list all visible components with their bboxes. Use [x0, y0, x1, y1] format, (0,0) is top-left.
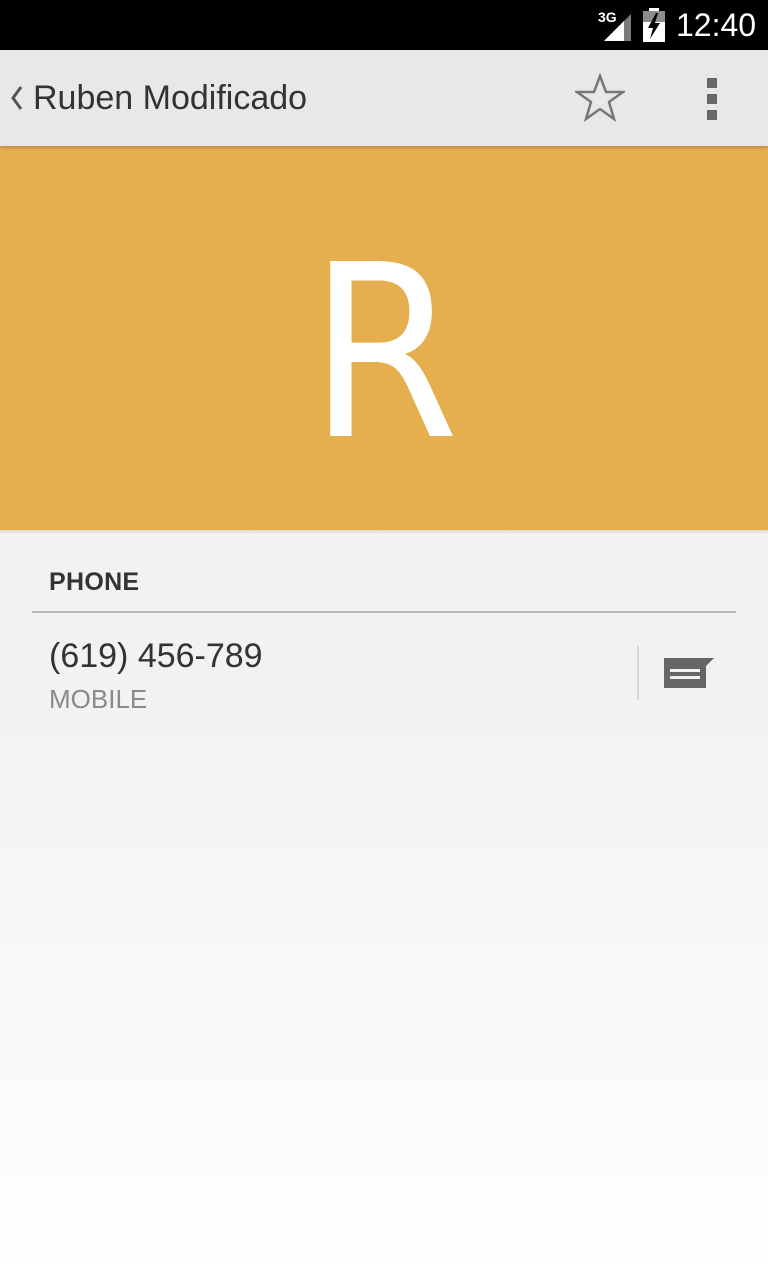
- section-divider: [32, 611, 736, 613]
- contact-name-title: Ruben Modificado: [33, 79, 308, 117]
- phone-number: (619) 456-789: [49, 637, 263, 675]
- action-bar: Ruben Modificado: [0, 50, 768, 146]
- vertical-divider: [637, 646, 639, 700]
- contact-photo-header: R: [0, 146, 768, 530]
- phone-entry[interactable]: (619) 456-789 MOBILE: [32, 614, 634, 724]
- status-clock: 12:40: [676, 7, 757, 43]
- phone-section-header: PHONE: [49, 568, 140, 596]
- svg-text:3G: 3G: [598, 9, 617, 25]
- signal-3g-icon: 3G: [598, 9, 631, 41]
- chevron-left-icon: [11, 86, 23, 110]
- status-bar: 3G 12:40: [0, 0, 768, 50]
- letter-tile: R: [0, 146, 768, 530]
- header-shadow: [0, 530, 768, 534]
- contact-initial: R: [309, 213, 459, 493]
- favorite-star-button[interactable]: [568, 70, 632, 126]
- send-message-button[interactable]: [642, 632, 736, 716]
- star-outline-icon: [575, 73, 625, 123]
- up-button[interactable]: Ruben Modificado: [0, 50, 360, 146]
- overflow-menu-button[interactable]: [680, 68, 744, 128]
- message-icon: [664, 658, 714, 688]
- battery-charging-icon: [643, 8, 665, 42]
- phone-type-label: MOBILE: [49, 684, 148, 714]
- svg-text:R: R: [309, 213, 459, 493]
